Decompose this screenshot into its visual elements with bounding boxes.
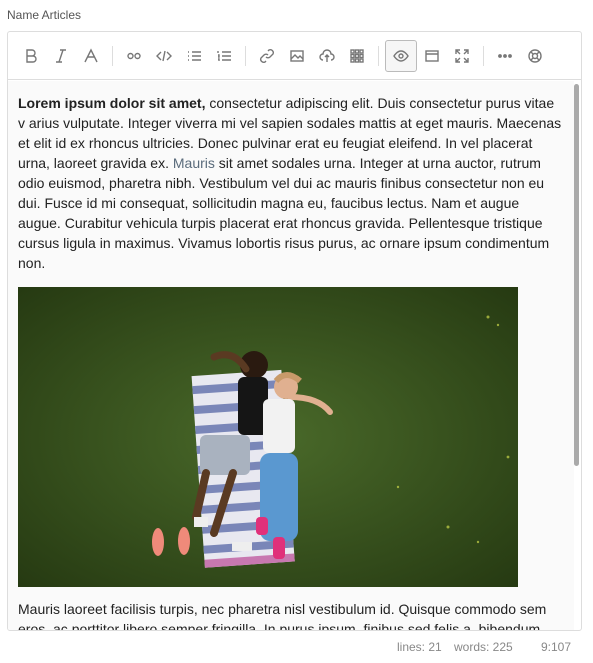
unordered-list-icon[interactable] [179, 41, 209, 71]
code-icon[interactable] [149, 41, 179, 71]
scrollbar[interactable] [574, 84, 579, 624]
toolbar-divider [378, 45, 379, 66]
editor-toolbar [8, 32, 581, 80]
toolbar-divider [245, 45, 246, 66]
couple-on-grass-image [18, 287, 518, 587]
fullscreen-icon[interactable] [447, 41, 477, 71]
toolbar-divider [112, 45, 113, 66]
link-icon[interactable] [252, 41, 282, 71]
field-label: Name Articles [7, 8, 82, 22]
italic-icon[interactable] [46, 41, 76, 71]
upload-icon[interactable] [312, 41, 342, 71]
paragraph: Lorem ipsum dolor sit amet, consectetur … [8, 81, 574, 273]
lines-count: lines: 21 [397, 640, 442, 654]
paragraph: Mauris laoreet facilisis turpis, nec pha… [18, 601, 547, 630]
editor-content[interactable]: Lorem ipsum dolor sit amet, consectetur … [8, 81, 574, 630]
image-icon[interactable] [282, 41, 312, 71]
help-icon[interactable] [520, 41, 550, 71]
preview-eye-icon[interactable] [385, 39, 417, 72]
toolbar-divider [483, 45, 484, 66]
scrollbar-thumb[interactable] [574, 84, 579, 466]
side-by-side-icon[interactable] [417, 41, 447, 71]
embedded-photo [18, 287, 518, 587]
ordered-list-icon[interactable] [209, 41, 239, 71]
paragraph-text: sit amet sodales urna. Integer at urna a… [18, 155, 550, 271]
more-icon[interactable] [490, 41, 520, 71]
quote-icon[interactable] [119, 41, 149, 71]
cursor-position: 9:107 [541, 640, 572, 654]
words-count: words: 225 [454, 640, 513, 654]
bold-icon[interactable] [16, 41, 46, 71]
markdown-editor: Lorem ipsum dolor sit amet, consectetur … [7, 31, 582, 631]
inline-link[interactable]: Mauris [173, 155, 215, 171]
bold-text: Lorem ipsum dolor sit amet, [18, 95, 206, 111]
table-icon[interactable] [342, 41, 372, 71]
heading-icon[interactable] [76, 41, 106, 71]
